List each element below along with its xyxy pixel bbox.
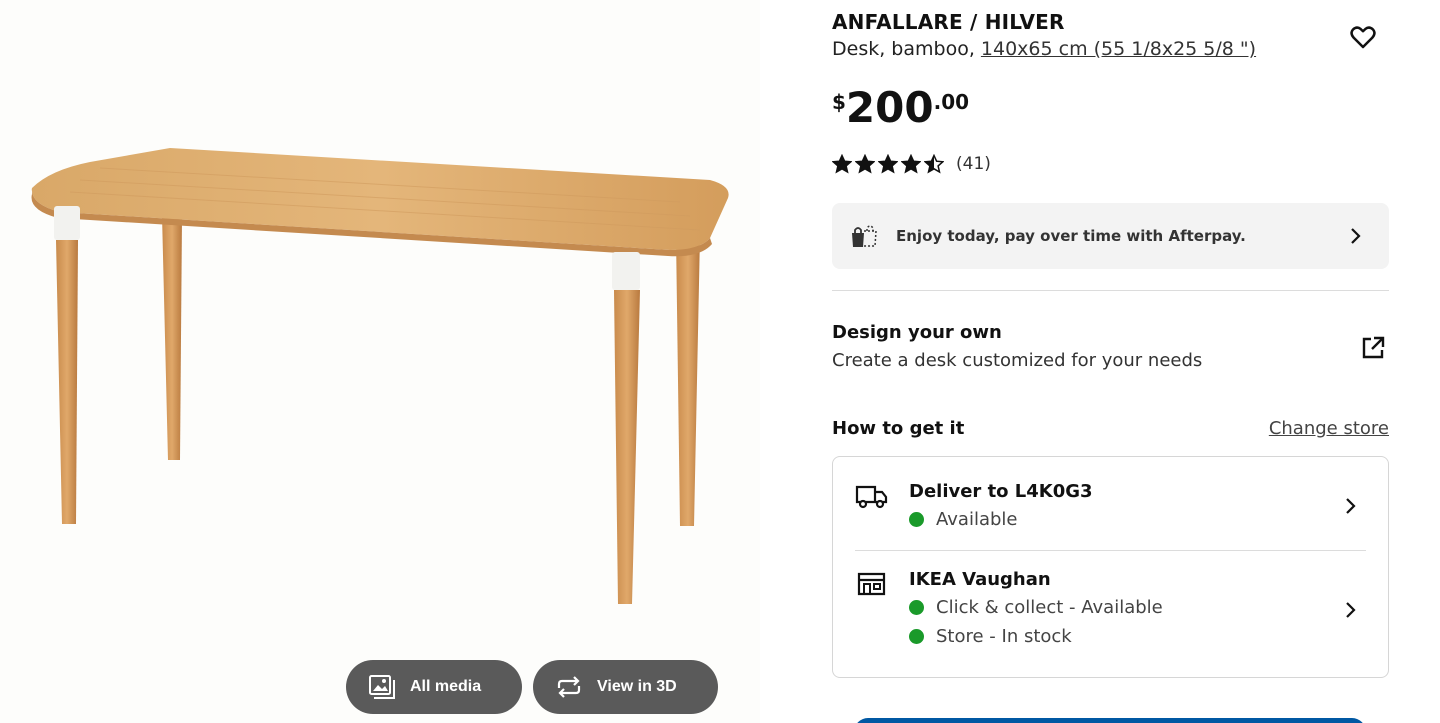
delivery-status-text: Available [936,509,1018,530]
view-in-3d-label: View in 3D [597,678,677,695]
product-description: Desk, bamboo, [832,38,981,60]
view-in-3d-button[interactable]: View in 3D [533,660,718,714]
product-dimensions-link[interactable]: 140x65 cm (55 1/8x25 5/8 ") [981,38,1256,60]
chevron-right-icon [1346,498,1356,514]
store-stock-status-text: Store - In stock [936,626,1072,647]
click-collect-status-text: Click & collect - Available [936,597,1163,618]
truck-icon [855,485,888,509]
product-info-panel: ANFALLARE / HILVER Desk, bamboo, 140x65 … [832,0,1390,723]
design-your-own-subtitle: Create a desk customized for your needs [832,350,1203,371]
store-stock-status: Store - In stock [909,626,1072,647]
store-icon [857,572,886,596]
chevron-right-icon [1351,228,1361,244]
star-icon [878,154,898,174]
delivery-status: Available [909,509,1017,530]
how-to-get-it-heading: How to get it [832,418,965,439]
all-media-button[interactable]: All media [346,660,522,714]
product-rating[interactable]: (41) [832,154,991,174]
product-subtitle: Desk, bamboo, 140x65 cm (55 1/8x25 5/8 "… [832,38,1256,60]
star-icon [924,154,944,174]
product-title: ANFALLARE / HILVER [832,10,1065,34]
status-dot-available [909,512,924,527]
product-image [31,148,729,604]
delivery-title: Deliver to L4K0G3 [909,481,1093,502]
price-currency: $ [832,90,846,114]
design-your-own-title[interactable]: Design your own [832,322,1002,343]
review-count: (41) [956,154,991,174]
shopping-bag-icon [852,225,877,247]
store-title: IKEA Vaughan [909,569,1051,590]
section-divider [832,290,1389,291]
image-gallery-icon [368,673,396,701]
product-page: All media View in 3D ANFALLARE / HILVER … [0,0,1440,723]
price-integer: 200 [845,83,934,132]
price-decimal: .00 [933,90,970,114]
product-media: All media View in 3D [0,0,760,723]
product-price: $ 200 .00 [832,84,969,132]
change-store-link[interactable]: Change store [1269,418,1389,439]
status-dot-available [909,600,924,615]
fulfillment-options: Deliver to L4K0G3 Available IKEA Vaughan… [832,456,1389,678]
afterpay-text: Enjoy today, pay over time with Afterpay… [896,227,1246,245]
all-media-label: All media [410,678,482,695]
rotate-3d-icon [555,673,583,701]
status-dot-in-stock [909,629,924,644]
store-option[interactable]: IKEA Vaughan Click & collect - Available… [833,551,1388,677]
star-icon [901,154,921,174]
add-to-cart-button[interactable] [854,718,1366,723]
heart-icon[interactable] [1348,22,1378,52]
delivery-option[interactable]: Deliver to L4K0G3 Available [833,457,1388,551]
external-link-icon[interactable] [1360,335,1386,361]
star-icon [855,154,875,174]
star-icon [832,154,852,174]
click-collect-status: Click & collect - Available [909,597,1163,618]
chevron-right-icon [1346,602,1356,618]
afterpay-banner[interactable]: Enjoy today, pay over time with Afterpay… [832,203,1389,269]
star-rating [832,154,944,174]
